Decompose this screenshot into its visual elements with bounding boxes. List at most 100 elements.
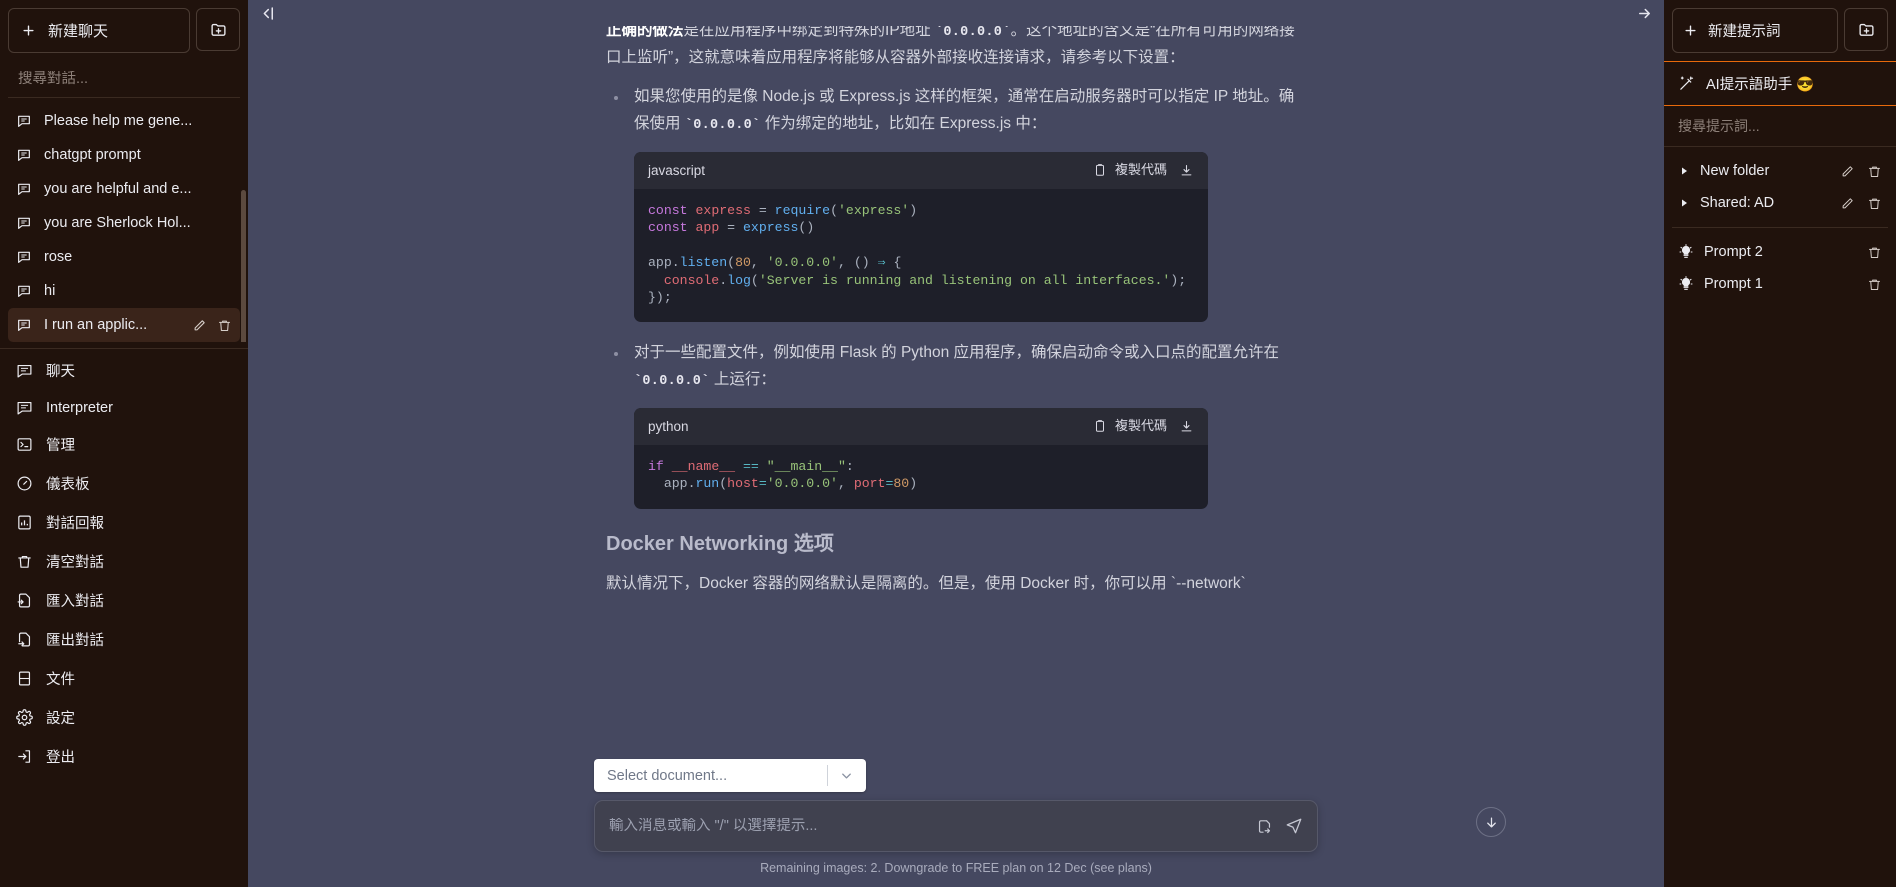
chat-input[interactable]: [609, 818, 1256, 834]
conversation-label: Please help me gene...: [44, 113, 193, 129]
conversation-item[interactable]: you are helpful and e...: [8, 172, 240, 206]
new-folder-button[interactable]: [196, 8, 240, 51]
message-icon: [16, 317, 32, 333]
prompt-folder-item[interactable]: Shared: AD: [1670, 187, 1890, 219]
code-block-header: javascript 複製代碼: [634, 151, 1208, 189]
collapse-left-sidebar-icon[interactable]: [258, 4, 277, 23]
prompt-item[interactable]: Prompt 1: [1670, 268, 1890, 300]
gear-icon: [16, 709, 33, 726]
ai-prompt-assistant-banner[interactable]: AI提示語助手 😎: [1664, 61, 1896, 106]
bulb-icon: [1678, 244, 1694, 260]
chat-lines-icon: [16, 362, 33, 379]
intro-rest-a: 是在应用程序中绑定到特殊的IP地址: [683, 26, 935, 39]
pencil-icon[interactable]: [1840, 196, 1855, 211]
folder-plus-icon: [1858, 21, 1875, 38]
trash-icon[interactable]: [217, 318, 232, 333]
conversation-item[interactable]: chatgpt prompt: [8, 138, 240, 172]
code-language-label: python: [648, 418, 689, 434]
prompt-actions: [1867, 245, 1882, 260]
sidebar-item-label: 匯入對話: [46, 594, 104, 610]
conversation-list: Please help me gene... chatgpt prompt yo…: [0, 102, 248, 342]
search-input[interactable]: [18, 71, 230, 87]
sidebar-item-dashboard[interactable]: 儀表板: [8, 464, 240, 503]
prompt-folder-label: New folder: [1700, 163, 1770, 179]
logout-icon: [16, 748, 33, 765]
sidebar-item-export-conversations[interactable]: 匯出對話: [8, 620, 240, 659]
bullet-list-1: 如果您使用的是像 Node.js 或 Express.js 这样的框架，通常在启…: [606, 84, 1306, 137]
magic-wand-icon: [1678, 75, 1695, 92]
message-icon: [16, 181, 32, 197]
pencil-icon[interactable]: [1840, 164, 1855, 179]
sidebar-item-admin[interactable]: 管理: [8, 425, 240, 464]
chat-scroll-area[interactable]: 正确的做法是在应用程序中绑定到特殊的IP地址 `0.0.0.0`。这个地址的含义…: [248, 26, 1664, 887]
copy-code-label[interactable]: 複製代碼: [1115, 415, 1167, 437]
prompt-folder-item[interactable]: New folder: [1670, 155, 1890, 187]
new-prompt-folder-button[interactable]: [1844, 8, 1888, 51]
prompt-item[interactable]: Prompt 2: [1670, 236, 1890, 268]
pencil-icon[interactable]: [192, 318, 207, 333]
trash-icon: [16, 553, 33, 570]
message-icon: [16, 215, 32, 231]
prompt-search-input[interactable]: [1678, 118, 1882, 134]
download-icon[interactable]: [1179, 163, 1194, 178]
sidebar-item-label: Interpreter: [46, 399, 113, 416]
document-select[interactable]: Select document...: [594, 759, 866, 792]
sidebar-item-settings[interactable]: 設定: [8, 698, 240, 737]
new-chat-button[interactable]: 新建聊天: [8, 8, 190, 53]
chevron-right-icon[interactable]: [1678, 197, 1690, 209]
chevron-down-icon[interactable]: [839, 768, 854, 783]
trash-icon[interactable]: [1867, 164, 1882, 179]
conversation-search[interactable]: [8, 61, 240, 98]
sidebar-item-interpreter[interactable]: Interpreter: [8, 390, 240, 425]
gauge-icon: [16, 475, 33, 492]
copy-code-label[interactable]: 複製代碼: [1115, 159, 1167, 181]
conversation-item[interactable]: you are Sherlock Hol...: [8, 206, 240, 240]
message-body: 正确的做法是在应用程序中绑定到特殊的IP地址 `0.0.0.0`。这个地址的含义…: [596, 26, 1316, 598]
code-block-actions: 複製代碼: [1093, 159, 1194, 181]
conversation-list-scrollbar[interactable]: [241, 190, 246, 342]
folder-plus-icon: [210, 21, 227, 38]
footnote-text: Remaining images: 2. Downgrade to FREE p…: [760, 861, 1152, 875]
sidebar-item-chat[interactable]: 聊天: [8, 351, 240, 390]
trash-icon[interactable]: [1867, 277, 1882, 292]
sidebar-item-import-conversations[interactable]: 匯入對話: [8, 581, 240, 620]
send-icon[interactable]: [1285, 817, 1303, 835]
sidebar-item-report[interactable]: 對話回報: [8, 503, 240, 542]
clipboard-icon[interactable]: [1093, 163, 1107, 177]
prompt-search[interactable]: [1664, 106, 1896, 147]
chat-composer[interactable]: [594, 800, 1318, 852]
sidebar-item-clear-conversations[interactable]: 清空對話: [8, 542, 240, 581]
prompt-folder-label: Shared: AD: [1700, 195, 1775, 211]
conversation-item[interactable]: Please help me gene...: [8, 104, 240, 138]
inline-code-ip: `0.0.0.0`: [934, 26, 1011, 40]
file-import-icon: [16, 592, 33, 609]
conversation-item[interactable]: rose: [8, 240, 240, 274]
conversation-label: I run an applic...: [44, 317, 148, 333]
sidebar-item-label: 清空對話: [46, 555, 104, 571]
left-sidebar-header: 新建聊天: [0, 0, 248, 59]
new-prompt-label: 新建提示詞: [1708, 24, 1781, 40]
sidebar-menu: 聊天 Interpreter 管理 儀表板 對話回報 清空對話 匯入對話 匯出對…: [0, 351, 248, 887]
list-item: 如果您使用的是像 Node.js 或 Express.js 这样的框架，通常在启…: [606, 84, 1306, 137]
inline-code-ip: `0.0.0.0`: [684, 117, 761, 133]
new-prompt-button[interactable]: 新建提示詞: [1672, 8, 1838, 53]
clipboard-icon[interactable]: [1093, 419, 1107, 433]
select-divider: [827, 765, 828, 786]
prompt-library-icon[interactable]: [1256, 818, 1273, 835]
sidebar-item-documents[interactable]: 文件: [8, 659, 240, 698]
right-sidebar: 新建提示詞 AI提示語助手 😎 New folder: [1664, 0, 1896, 887]
scroll-to-bottom-button[interactable]: [1476, 807, 1506, 837]
trash-icon[interactable]: [1867, 196, 1882, 211]
chevron-right-icon[interactable]: [1678, 165, 1690, 177]
conversation-item[interactable]: hi: [8, 274, 240, 308]
download-icon[interactable]: [1179, 419, 1194, 434]
trash-icon[interactable]: [1867, 245, 1882, 260]
conversation-label: you are helpful and e...: [44, 181, 192, 197]
sidebar-item-label: 對話回報: [46, 516, 104, 532]
conversation-item-active[interactable]: I run an applic...: [8, 308, 240, 342]
prompt-folder-actions: [1840, 164, 1882, 179]
sidebar-item-logout[interactable]: 登出: [8, 737, 240, 776]
sidebar-item-label: 儀表板: [46, 477, 90, 493]
list-item: 对于一些配置文件，例如使用 Flask 的 Python 应用程序，确保启动命令…: [606, 340, 1306, 393]
expand-right-sidebar-icon[interactable]: [1635, 4, 1654, 23]
